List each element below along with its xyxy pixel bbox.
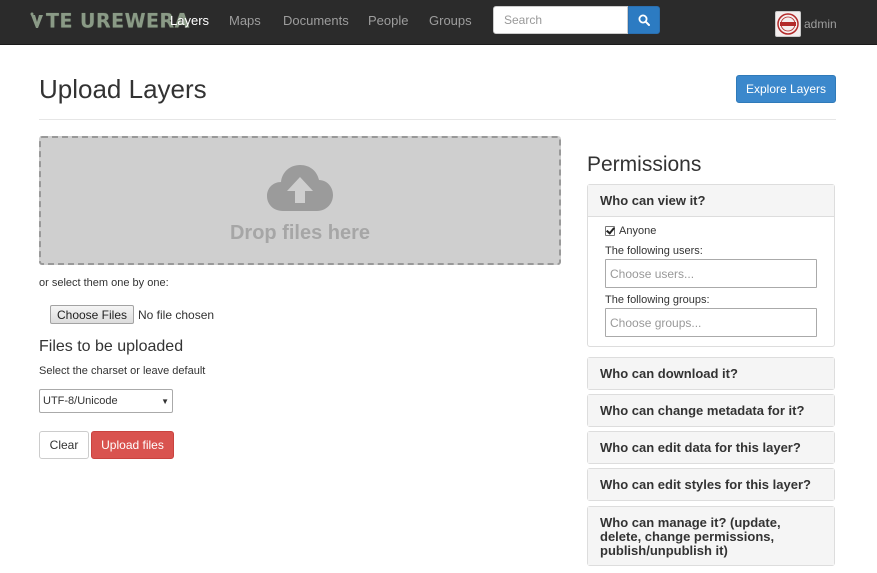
- panel-edit-data: Who can edit data for this layer?: [587, 431, 835, 464]
- logo-icon: [30, 12, 44, 30]
- brand-text: TE UREWERA: [46, 9, 190, 33]
- clear-button[interactable]: Clear: [39, 431, 89, 459]
- nav-link-layers[interactable]: Layers: [170, 13, 209, 28]
- panel-edit-styles-header[interactable]: Who can edit styles for this layer?: [588, 469, 834, 500]
- users-label: The following users:: [605, 245, 703, 257]
- page-title: Upload Layers: [39, 74, 207, 104]
- panel-view: Who can view it? Anyone The following us…: [587, 184, 835, 347]
- panel-view-header[interactable]: Who can view it?: [588, 185, 834, 216]
- stamp-avatar-icon: [777, 13, 799, 35]
- drop-files-text: Drop files here: [229, 222, 371, 244]
- magnifier-icon: [638, 14, 650, 26]
- charset-value: UTF-8/Unicode: [43, 395, 118, 407]
- nav-link-groups[interactable]: Groups: [429, 13, 472, 28]
- groups-label: The following groups:: [605, 294, 710, 306]
- charset-select[interactable]: UTF-8/Unicode ▼: [39, 389, 173, 413]
- panel-view-body: Anyone The following users: The followin…: [588, 216, 834, 346]
- caret-down-icon: ▼: [161, 396, 169, 406]
- file-dropzone[interactable]: Drop files here: [39, 136, 561, 265]
- nav-link-maps[interactable]: Maps: [229, 13, 261, 28]
- upload-files-button[interactable]: Upload files: [91, 431, 174, 459]
- anyone-checkbox[interactable]: [605, 226, 615, 236]
- anyone-row: Anyone: [605, 225, 817, 237]
- nav-link-documents[interactable]: Documents: [283, 13, 349, 28]
- panel-download: Who can download it?: [587, 357, 835, 390]
- charset-help-text: Select the charset or leave default: [39, 365, 206, 377]
- anyone-label: Anyone: [619, 225, 657, 237]
- panel-metadata-header[interactable]: Who can change metadata for it?: [588, 395, 834, 426]
- users-input[interactable]: [605, 259, 817, 288]
- panel-manage-header[interactable]: Who can manage it? (update, delete, chan…: [588, 507, 834, 565]
- choose-files-button[interactable]: Choose Files: [50, 305, 134, 324]
- username: admin: [804, 17, 837, 31]
- cloud-upload-icon: [267, 165, 333, 211]
- search-button[interactable]: [628, 6, 660, 34]
- top-navbar: TE UREWERA Layers Maps Documents People …: [0, 0, 877, 45]
- panel-metadata: Who can change metadata for it?: [587, 394, 835, 427]
- panel-download-header[interactable]: Who can download it?: [588, 358, 834, 389]
- user-menu[interactable]: admin: [775, 11, 837, 37]
- panel-edit-styles: Who can edit styles for this layer?: [587, 468, 835, 501]
- explore-layers-button[interactable]: Explore Layers: [736, 75, 836, 103]
- nav-link-people[interactable]: People: [368, 13, 408, 28]
- header-divider: [39, 119, 836, 120]
- search-input[interactable]: [493, 6, 628, 34]
- search-bar: [493, 6, 660, 34]
- avatar: [775, 11, 801, 37]
- files-to-upload-heading: Files to be uploaded: [39, 338, 184, 355]
- select-one-text: or select them one by one:: [39, 277, 169, 289]
- permissions-heading: Permissions: [587, 153, 702, 176]
- no-file-chosen-text: No file chosen: [138, 308, 215, 322]
- panel-manage: Who can manage it? (update, delete, chan…: [587, 506, 835, 566]
- panel-edit-data-header[interactable]: Who can edit data for this layer?: [588, 432, 834, 463]
- brand-logo[interactable]: TE UREWERA: [30, 8, 190, 34]
- groups-input[interactable]: [605, 308, 817, 337]
